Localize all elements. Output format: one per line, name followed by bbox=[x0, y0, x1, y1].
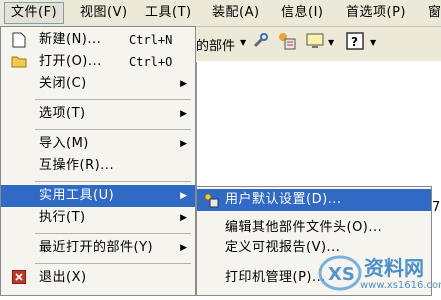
tool-icon[interactable] bbox=[250, 31, 272, 53]
chevron-down-icon[interactable]: ▼ bbox=[370, 38, 376, 47]
menu-item-new[interactable]: 新建(N)... Ctrl+N bbox=[1, 29, 195, 51]
watermark-url: www.xs1616.com bbox=[360, 280, 441, 291]
chevron-down-icon[interactable]: ▼ bbox=[328, 38, 334, 47]
menu-item-close[interactable]: 关闭(C) ▶ bbox=[1, 73, 195, 95]
menu-separator bbox=[35, 99, 191, 100]
toolbar: 的部件 ▼ ▼ ? ▼ bbox=[196, 27, 441, 61]
menu-info[interactable]: 信息(I) bbox=[275, 3, 329, 23]
svg-text:?: ? bbox=[351, 35, 358, 49]
submenu-arrow-icon: ▶ bbox=[180, 139, 187, 149]
submenu-arrow-icon: ▶ bbox=[180, 109, 187, 119]
toolbar-partial-text[interactable]: 的部件 bbox=[196, 35, 235, 54]
menu-assembly[interactable]: 装配(A) bbox=[206, 3, 266, 23]
open-folder-icon bbox=[11, 54, 27, 70]
exit-icon bbox=[11, 270, 27, 286]
menu-file[interactable]: 文件(F) bbox=[4, 2, 65, 24]
submenu-arrow-icon: ▶ bbox=[180, 79, 187, 89]
svg-text:XS: XS bbox=[328, 264, 355, 285]
menu-item-utilities[interactable]: 实用工具(U) ▶ bbox=[1, 185, 195, 207]
watermark-logo: XS 资料网 www.xs1616.com bbox=[318, 250, 441, 296]
menu-item-interoperate[interactable]: 互操作(R)... bbox=[1, 155, 195, 177]
submenu-arrow-icon: ▶ bbox=[180, 243, 187, 253]
new-file-icon bbox=[11, 32, 27, 48]
menu-item-open[interactable]: 打开(O)... Ctrl+O bbox=[1, 51, 195, 73]
menu-item-recent-parts[interactable]: 最近打开的部件(Y) ▶ bbox=[1, 237, 195, 259]
submenu-arrow-icon: ▶ bbox=[180, 191, 187, 201]
file-menu: 新建(N)... Ctrl+N 打开(O)... Ctrl+O 关闭(C) ▶ … bbox=[0, 26, 196, 296]
menu-separator bbox=[35, 181, 191, 182]
menu-separator bbox=[35, 233, 191, 234]
menu-window[interactable]: 窗 bbox=[422, 3, 441, 23]
menu-item-execute[interactable]: 执行(T) ▶ bbox=[1, 207, 195, 229]
menu-separator bbox=[35, 129, 191, 130]
menu-view[interactable]: 视图(V) bbox=[74, 3, 134, 23]
menu-item-exit[interactable]: 退出(X) bbox=[1, 267, 195, 289]
help-icon[interactable]: ? bbox=[344, 31, 366, 53]
menu-separator bbox=[35, 263, 191, 264]
menu-preferences[interactable]: 首选项(P) bbox=[340, 3, 412, 23]
submenu-arrow-icon: ▶ bbox=[180, 213, 187, 223]
monitor-icon[interactable] bbox=[304, 31, 326, 53]
menu-item-options[interactable]: 选项(T) ▶ bbox=[1, 103, 195, 125]
submenu-item-user-defaults[interactable]: 用户默认设置(D)... bbox=[197, 189, 431, 211]
clipped-text-fragment: 7 bbox=[432, 200, 441, 215]
submenu-item-edit-headers[interactable]: 编辑其他部件文件头(O)... bbox=[197, 217, 431, 239]
user-defaults-icon bbox=[203, 192, 219, 208]
chevron-down-icon[interactable]: ▼ bbox=[240, 38, 246, 47]
menu-bar: 文件(F) 视图(V) 工具(T) 装配(A) 信息(I) 首选项(P) 窗 bbox=[0, 0, 441, 27]
menu-tools[interactable]: 工具(T) bbox=[139, 3, 198, 23]
watermark-text: 资料网 bbox=[364, 256, 424, 280]
menu-item-import[interactable]: 导入(M) ▶ bbox=[1, 133, 195, 155]
part-navigator-icon[interactable] bbox=[276, 31, 298, 53]
